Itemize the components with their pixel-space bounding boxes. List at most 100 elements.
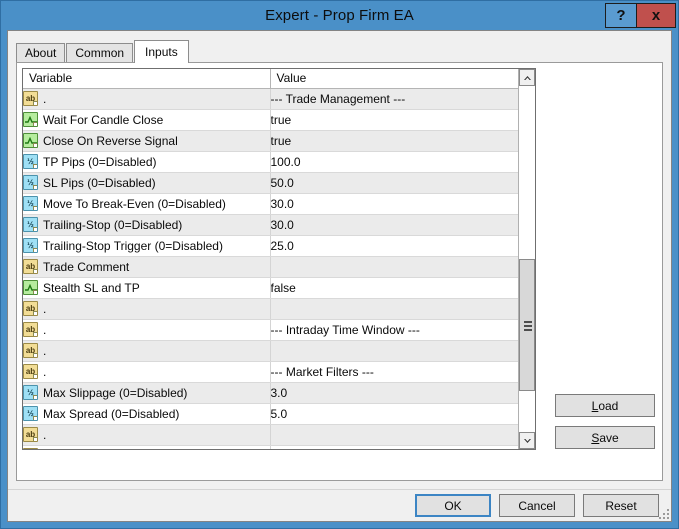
table-row[interactable]: ab.	[23, 424, 518, 445]
string-icon: ab	[23, 91, 38, 106]
cell-value[interactable]: false	[270, 277, 518, 298]
variable-label: TP Pips (0=Disabled)	[43, 156, 157, 168]
save-rest: ave	[599, 431, 618, 445]
title-bar[interactable]: Expert - Prop Firm EA ? x	[1, 1, 678, 30]
scrollbar-thumb[interactable]	[519, 259, 535, 391]
cell-value[interactable]: 5.0	[270, 403, 518, 424]
scroll-up-button[interactable]	[519, 69, 535, 86]
cell-value[interactable]	[270, 340, 518, 361]
cell-value[interactable]: true	[270, 109, 518, 130]
tab-page-inputs: Variable Value ab.--- Trade Management -…	[16, 62, 663, 481]
icon-page-fold	[33, 311, 38, 316]
table-row[interactable]: ab.--- Extra ---	[23, 445, 518, 449]
table-row[interactable]: ab.--- Intraday Time Window ---	[23, 319, 518, 340]
cell-variable[interactable]: abTrade Comment	[23, 256, 270, 277]
cell-value[interactable]: --- Extra ---	[270, 445, 518, 449]
table-row[interactable]: ab.--- Trade Management ---	[23, 88, 518, 109]
table-row[interactable]: ½Max Slippage (0=Disabled)3.0	[23, 382, 518, 403]
table-row[interactable]: ½ Trailing-Stop Trigger (0=Disabled) 25.0	[23, 235, 518, 256]
table-row[interactable]: ½Max Spread (0=Disabled)5.0	[23, 403, 518, 424]
help-button[interactable]: ?	[605, 3, 637, 28]
cell-variable[interactable]: ½Move To Break-Even (0=Disabled)	[23, 193, 270, 214]
number-icon: ½	[23, 238, 38, 253]
cell-value[interactable]: 25.0	[270, 235, 518, 256]
cell-variable[interactable]: Wait For Candle Close	[23, 109, 270, 130]
string-icon: ab	[23, 259, 38, 274]
variable-label: .	[43, 366, 46, 378]
variable-label: Max Spread (0=Disabled)	[43, 408, 179, 420]
column-header-value[interactable]: Value	[270, 69, 518, 88]
cell-value[interactable]: --- Trade Management ---	[270, 88, 518, 109]
cell-value[interactable]	[270, 256, 518, 277]
cell-value[interactable]	[270, 424, 518, 445]
bool-icon	[23, 112, 38, 127]
table-row[interactable]: ab.--- Market Filters ---	[23, 361, 518, 382]
cell-value[interactable]: 30.0	[270, 214, 518, 235]
variable-label: Close On Reverse Signal	[43, 135, 178, 147]
table-row[interactable]: ab.	[23, 340, 518, 361]
cell-variable[interactable]: ½ Trailing-Stop Trigger (0=Disabled)	[23, 235, 270, 256]
cell-variable[interactable]: Close On Reverse Signal	[23, 130, 270, 151]
ok-button[interactable]: OK	[415, 494, 491, 517]
cell-variable[interactable]: ab.	[23, 445, 270, 449]
footer-button-group: OK Cancel Reset	[407, 494, 659, 517]
resize-grip[interactable]	[657, 507, 669, 519]
cell-variable[interactable]: ab.	[23, 361, 270, 382]
save-button[interactable]: Save	[555, 426, 655, 449]
chevron-down-icon	[524, 439, 531, 443]
table-row[interactable]: ½Trailing-Stop (0=Disabled)30.0	[23, 214, 518, 235]
icon-page-fold	[33, 437, 38, 442]
table-row[interactable]: abTrade Comment	[23, 256, 518, 277]
icon-page-fold	[33, 185, 38, 190]
icon-page-fold	[33, 332, 38, 337]
tab-inputs[interactable]: Inputs	[134, 40, 189, 63]
variable-label: Stealth SL and TP	[43, 282, 140, 294]
number-icon: ½	[23, 196, 38, 211]
cell-variable[interactable]: ½SL Pips (0=Disabled)	[23, 172, 270, 193]
dialog-client-area: About Common Inputs Variable Value	[7, 30, 672, 522]
grid-vertical-scrollbar[interactable]	[518, 69, 535, 449]
table-row[interactable]: ab.	[23, 298, 518, 319]
cell-value[interactable]: --- Market Filters ---	[270, 361, 518, 382]
table-row[interactable]: Stealth SL and TP false	[23, 277, 518, 298]
cell-value[interactable]: true	[270, 130, 518, 151]
cell-variable[interactable]: ab.	[23, 88, 270, 109]
cell-variable[interactable]: ½Trailing-Stop (0=Disabled)	[23, 214, 270, 235]
cell-value[interactable]	[270, 298, 518, 319]
cell-value[interactable]: 50.0	[270, 172, 518, 193]
cell-variable[interactable]: ab.	[23, 298, 270, 319]
string-icon: ab	[23, 448, 38, 449]
cell-variable[interactable]: ½Max Spread (0=Disabled)	[23, 403, 270, 424]
load-button[interactable]: Load	[555, 394, 655, 417]
variable-label: Max Slippage (0=Disabled)	[43, 387, 187, 399]
variable-label: .	[43, 324, 46, 336]
cell-value[interactable]: 100.0	[270, 151, 518, 172]
cancel-button[interactable]: Cancel	[499, 494, 575, 517]
cell-variable[interactable]: ab.	[23, 340, 270, 361]
cell-value[interactable]: 30.0	[270, 193, 518, 214]
table-row[interactable]: Wait For Candle Closetrue	[23, 109, 518, 130]
close-button[interactable]: x	[636, 3, 676, 28]
table-row[interactable]: ½SL Pips (0=Disabled)50.0	[23, 172, 518, 193]
cell-value[interactable]: --- Intraday Time Window ---	[270, 319, 518, 340]
column-header-variable[interactable]: Variable	[23, 69, 270, 88]
reset-button[interactable]: Reset	[583, 494, 659, 517]
cell-variable[interactable]: ½TP Pips (0=Disabled)	[23, 151, 270, 172]
cell-variable[interactable]: ½Max Slippage (0=Disabled)	[23, 382, 270, 403]
string-icon: ab	[23, 322, 38, 337]
cell-variable[interactable]: ab.	[23, 424, 270, 445]
cell-variable[interactable]: ab.	[23, 319, 270, 340]
cell-variable[interactable]: Stealth SL and TP	[23, 277, 270, 298]
table-row[interactable]: ½TP Pips (0=Disabled)100.0	[23, 151, 518, 172]
scroll-down-button[interactable]	[519, 432, 535, 449]
variable-label: Trailing-Stop Trigger (0=Disabled)	[43, 240, 223, 252]
tab-common[interactable]: Common	[66, 43, 133, 62]
bool-icon	[23, 280, 38, 295]
table-row[interactable]: Close On Reverse Signal true	[23, 130, 518, 151]
titlebar-button-group: ? x	[605, 3, 676, 28]
table-header-row: Variable Value	[23, 69, 518, 88]
cell-value[interactable]: 3.0	[270, 382, 518, 403]
scrollbar-grip-icon	[524, 321, 532, 329]
tab-about[interactable]: About	[16, 43, 65, 62]
table-row[interactable]: ½Move To Break-Even (0=Disabled)30.0	[23, 193, 518, 214]
